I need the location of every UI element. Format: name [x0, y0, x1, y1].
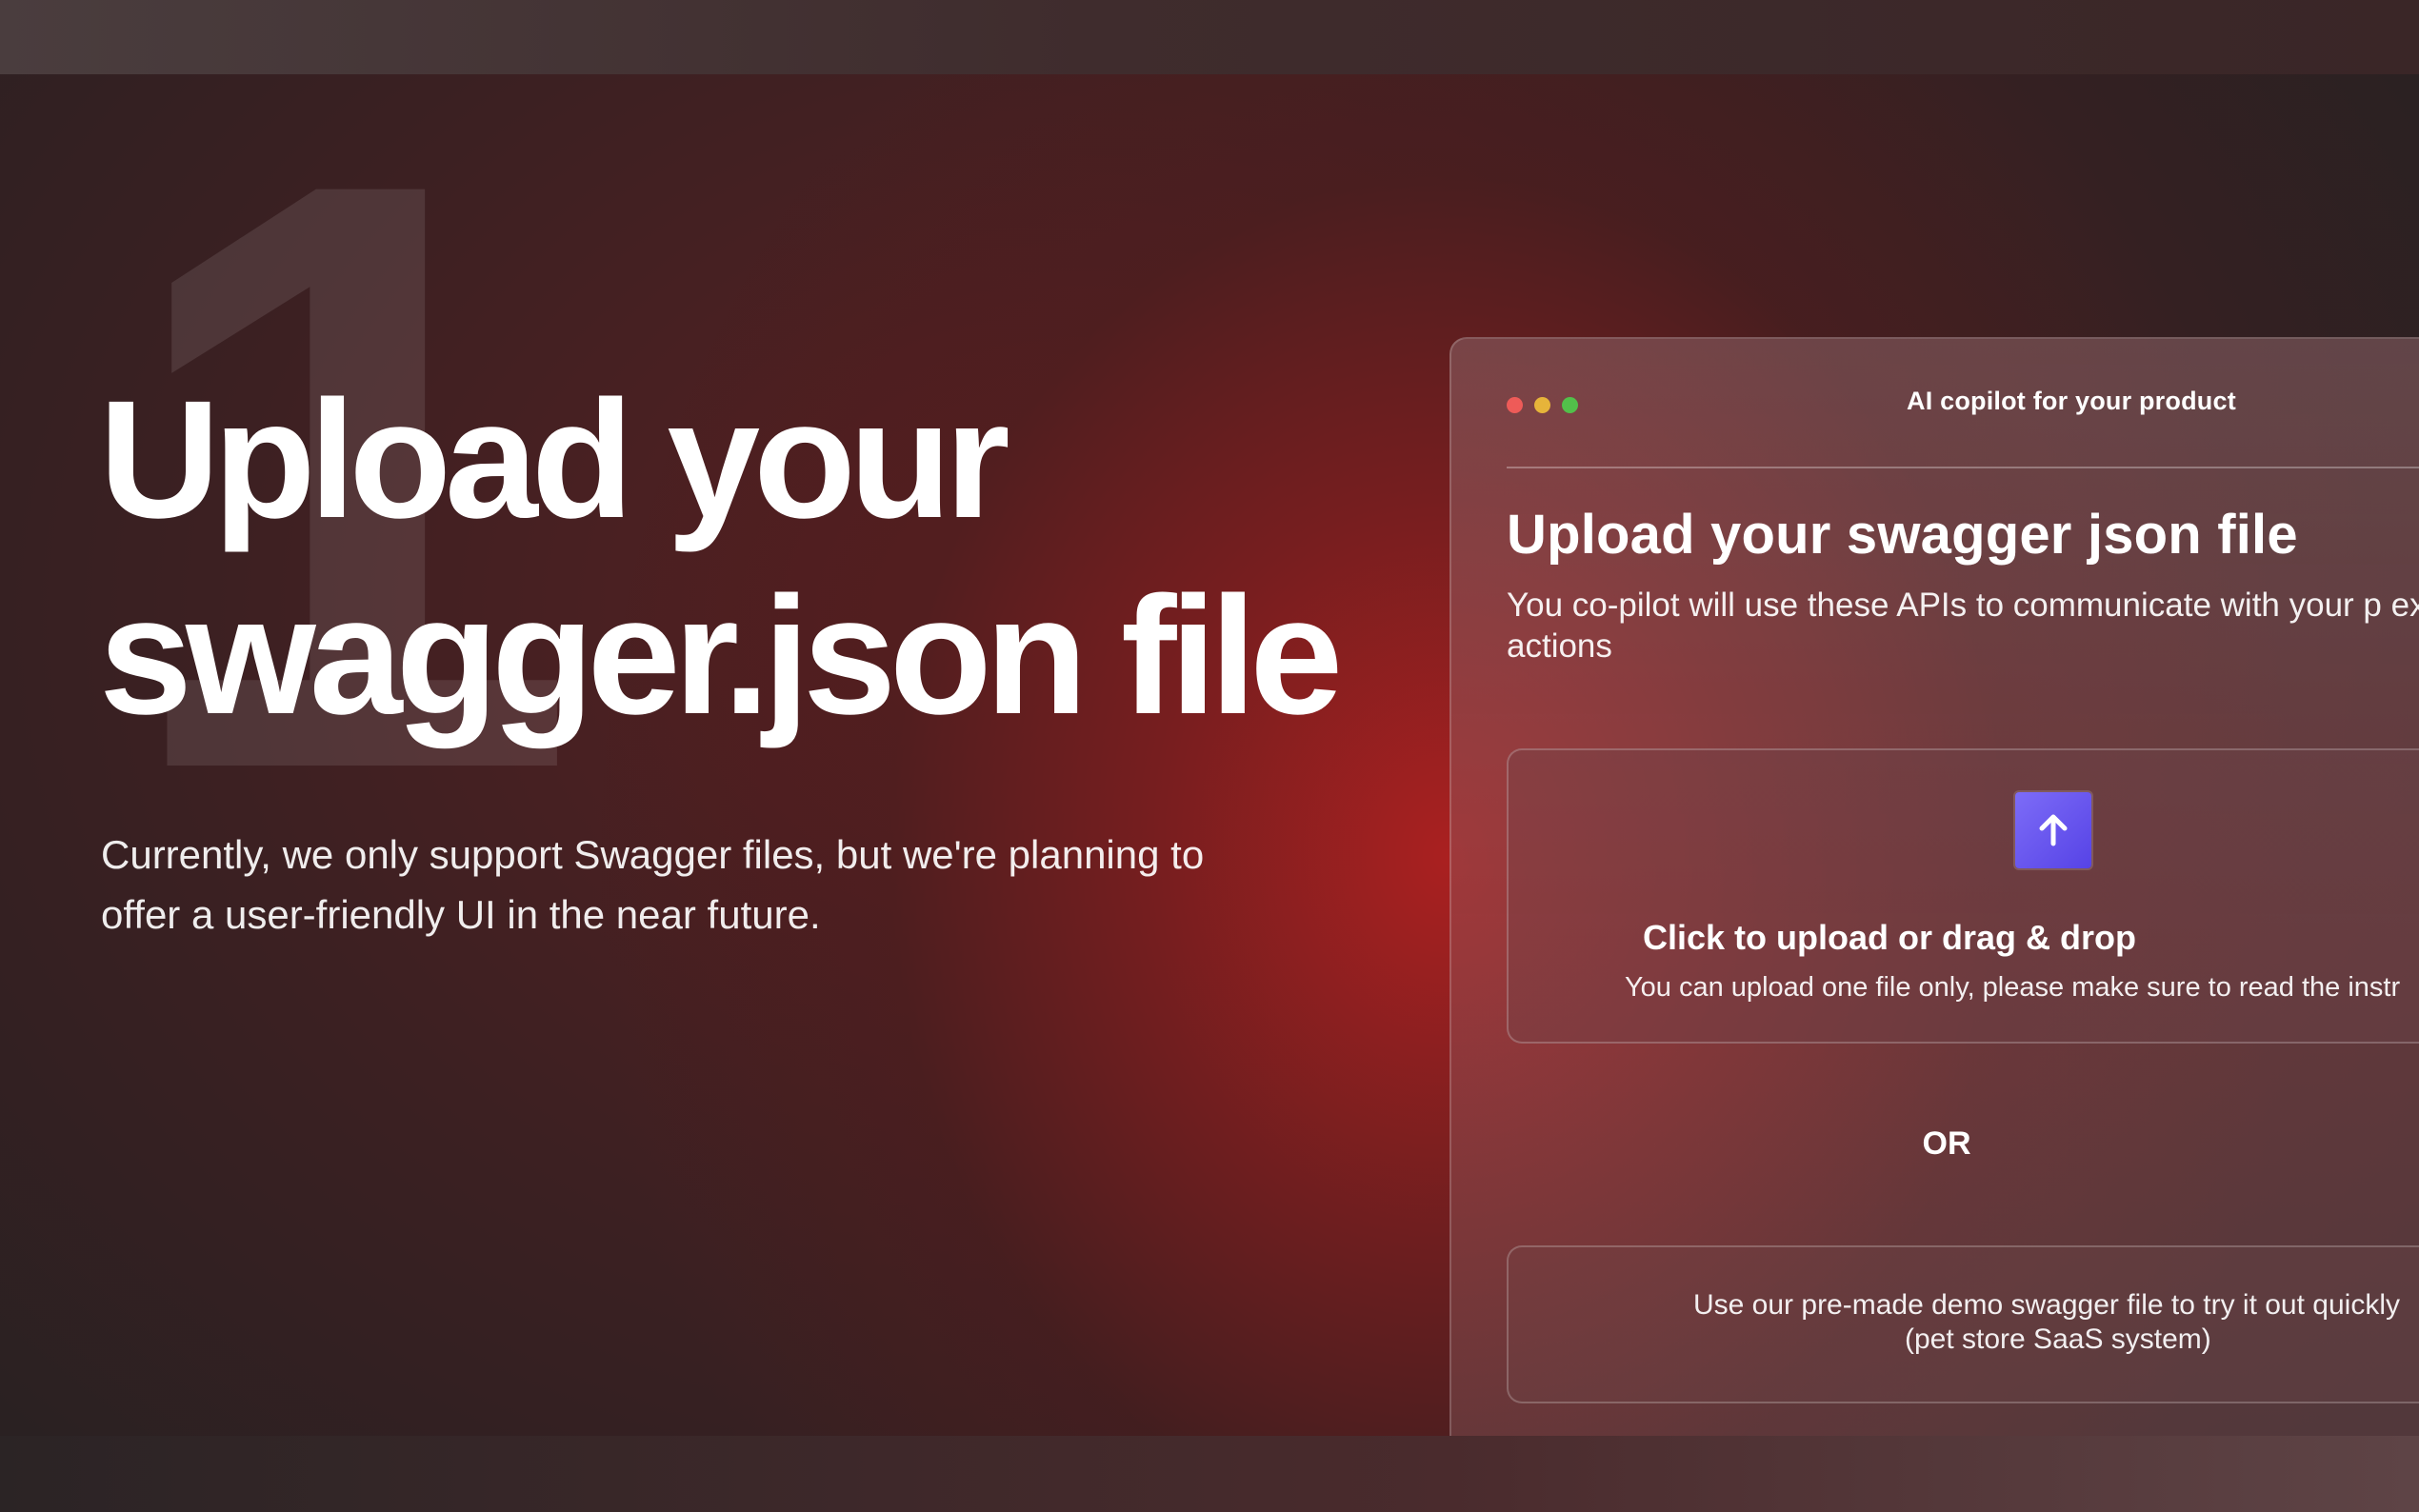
demo-button-line1: Use our pre-made demo swagger file to tr…	[1693, 1289, 2400, 1321]
window-title: AI copilot for your product	[1907, 387, 2236, 415]
close-window-dot[interactable]	[1507, 397, 1523, 413]
upload-arrow-icon[interactable]	[2015, 792, 2091, 868]
dropzone-subtitle: You can upload one file only, please mak…	[1625, 972, 2401, 1003]
upload-heading: Upload your swagger json file	[1507, 504, 2298, 566]
hero-description: Currently, we only support Swagger files…	[101, 832, 1205, 937]
file-dropzone[interactable]: Click to upload or drag & drop You can u…	[1507, 748, 2419, 1044]
hero-headline-line1: Upload your	[99, 367, 1010, 553]
maximize-window-dot[interactable]	[1562, 397, 1578, 413]
bottom-band	[0, 1436, 2419, 1512]
titlebar-divider	[1507, 467, 2419, 468]
use-demo-file-button[interactable]: Use our pre-made demo swagger file to tr…	[1507, 1245, 2419, 1403]
upload-description: You co-pilot will use these APIs to comm…	[1507, 587, 2419, 665]
demo-button-line2: (pet store SaaS system)	[1905, 1323, 2211, 1355]
app-window: AI copilot for your product Upload your …	[1449, 337, 2419, 1512]
hero-headline-line2: swagger.json file	[99, 563, 1343, 749]
dropzone-title: Click to upload or drag & drop	[1642, 918, 2136, 957]
top-band	[0, 0, 2419, 74]
window-titlebar: AI copilot for your product	[1507, 339, 2419, 468]
page-background: 1 Upload your swagger.json file Currentl…	[0, 0, 2419, 1512]
hero-headline: Upload your swagger.json file	[99, 362, 1432, 754]
or-divider-label: OR	[1922, 1125, 1971, 1162]
minimize-window-dot[interactable]	[1534, 397, 1550, 413]
